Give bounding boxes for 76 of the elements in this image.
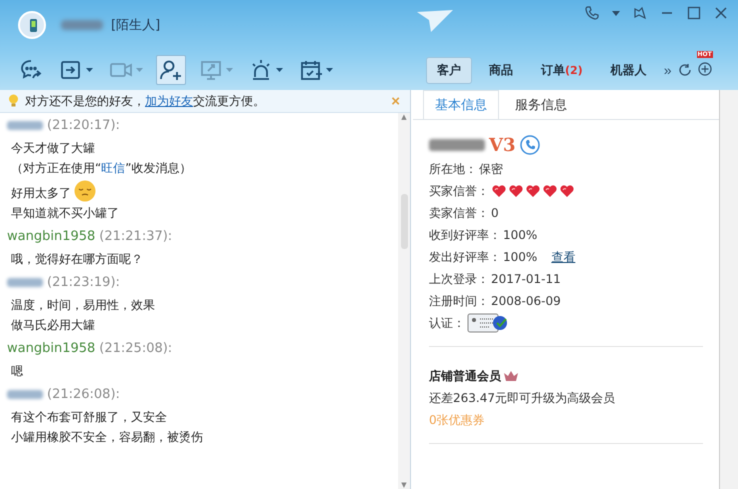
panel-tab[interactable]: 机器人	[600, 56, 658, 84]
caret-icon[interactable]	[86, 68, 93, 72]
close-icon[interactable]	[714, 6, 728, 20]
add-friend-link[interactable]: 加为好友	[145, 94, 193, 108]
message-text: 温度，时间，易用性，效果	[11, 297, 156, 314]
membership-title: 店铺普通会员	[429, 368, 501, 384]
client-notice: （对方正在使用“旺信”收发消息）	[11, 160, 192, 177]
message-time: (21:26:08):	[47, 386, 120, 402]
heart-icon	[525, 184, 541, 198]
blurred-sender-name	[7, 390, 43, 398]
field-label: 认证：	[429, 314, 465, 332]
field-label: 所在地：	[429, 160, 477, 178]
more-tabs-button[interactable]: »	[664, 62, 672, 78]
add-contact-button[interactable]	[156, 55, 186, 85]
field-value: 100%	[503, 228, 538, 242]
field-value: 2017-01-11	[491, 272, 561, 286]
avatar[interactable]	[17, 10, 47, 40]
heart-icon	[508, 184, 524, 198]
heart-icon	[491, 184, 507, 198]
pin-icon[interactable]	[633, 6, 647, 20]
maximize-icon[interactable]	[687, 6, 701, 20]
message-text: 嗯	[11, 363, 24, 380]
message-time: (21:23:19):	[47, 274, 120, 290]
phone-icon[interactable]	[585, 6, 599, 20]
field-value: 100%	[503, 250, 538, 264]
message-time: (21:25:08):	[99, 340, 172, 356]
message-text: 哦，觉得好在哪方面呢？	[11, 251, 144, 268]
panel-tab[interactable]: 客户	[426, 56, 472, 84]
panel-tab[interactable]: 订单(2)	[530, 56, 594, 84]
message-text: 今天才做了大罐	[11, 140, 96, 157]
contact-tag: [陌生人]	[111, 16, 160, 34]
message-text: 做马氏必用大罐	[11, 317, 96, 334]
caret-icon[interactable]	[326, 68, 333, 72]
heart-icon	[559, 184, 575, 198]
message-time: (21:21:37):	[99, 228, 172, 244]
panel-tab[interactable]: 商品	[478, 56, 524, 84]
sender-name: wangbin1958	[7, 228, 96, 244]
paper-plane-icon	[415, 8, 455, 34]
field-label: 发出好评率：	[429, 248, 501, 266]
sender-name: wangbin1958	[7, 340, 96, 356]
refresh-icon[interactable]	[678, 63, 692, 77]
monitor-arrow-icon	[199, 58, 223, 82]
heart-icon	[542, 184, 558, 198]
crown-icon	[503, 370, 519, 382]
message-text: 早知道就不买小罐了	[11, 205, 120, 222]
add-icon[interactable]	[698, 62, 712, 76]
field-value: 0	[491, 206, 499, 220]
field-label: 收到好评率：	[429, 226, 501, 244]
caret-icon[interactable]	[612, 10, 620, 16]
field-value: 2008-06-09	[491, 294, 561, 308]
info-tab[interactable]: 基本信息	[423, 90, 499, 119]
client-link[interactable]: 旺信	[101, 161, 126, 175]
caret-icon[interactable]	[276, 68, 283, 72]
message-time: (21:20:17):	[47, 118, 120, 132]
info-tab[interactable]: 服务信息	[503, 90, 579, 119]
blurred-name	[429, 139, 485, 151]
blurred-sender-name	[7, 278, 43, 286]
notice-text: 对方还不是您的好友，加为好友交流更方便。	[25, 92, 265, 110]
sad-face-icon	[74, 180, 96, 202]
field-value: 保密	[479, 160, 503, 178]
add-person-icon	[159, 58, 183, 82]
vip-level: V3	[489, 134, 516, 156]
message-text: 好用太多了	[11, 185, 71, 202]
message-text: 小罐用橡胶不安全，容易翻，被烫伤	[11, 429, 204, 446]
view-link[interactable]: 查看	[551, 248, 576, 266]
phone-icon[interactable]	[520, 135, 540, 155]
lightbulb-icon	[8, 94, 19, 108]
field-label: 卖家信誉：	[429, 204, 489, 222]
blurred-name	[61, 20, 103, 30]
field-label: 买家信誉：	[429, 182, 489, 200]
message-text: 有这个布套可舒服了，又安全	[11, 409, 168, 426]
field-label: 上次登录：	[429, 270, 489, 288]
field-label: 注册时间：	[429, 292, 489, 310]
blurred-sender-name	[7, 120, 43, 130]
upgrade-text: 还差263.47元即可升级为高级会员	[429, 390, 616, 406]
calendar-plus-icon	[299, 58, 323, 82]
